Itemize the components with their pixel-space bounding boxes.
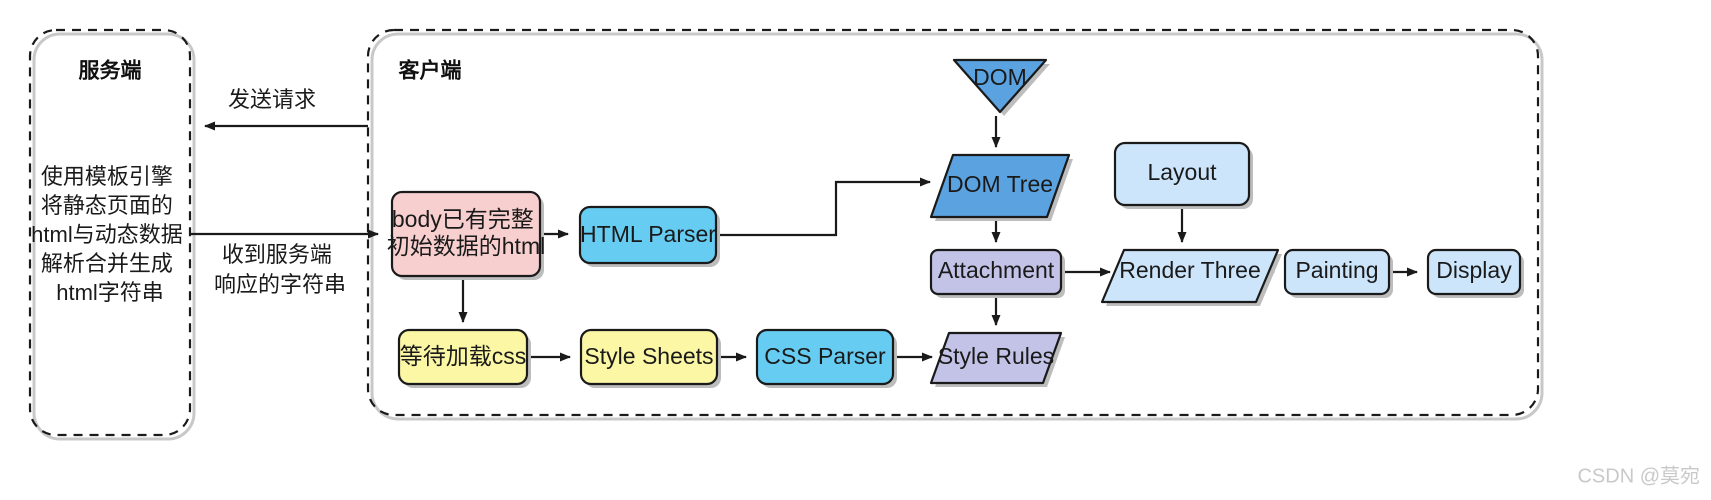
svg-text:使用模板引擎 将静态页面的 html: 使用模板引擎 将静态页面的 html与动态数据 解析合并生成 html字符串: [31, 164, 189, 305]
node-html-parser[interactable]: HTML Parser: [578, 205, 720, 267]
server-note-line-5: html字符串: [56, 280, 164, 305]
node-style-sheets[interactable]: Style Sheets: [579, 328, 721, 388]
edge-label-send-request: 发送请求: [228, 87, 316, 112]
node-body-html[interactable]: body已有完整 初始数据的html: [387, 190, 545, 280]
server-note-line-3: html与动态数据: [31, 222, 183, 247]
node-attachment[interactable]: Attachment: [929, 248, 1065, 298]
server-panel-title: 服务端: [79, 59, 142, 83]
edge-label-receive-line-1: 收到服务端: [222, 242, 332, 267]
node-painting[interactable]: Painting: [1283, 248, 1393, 298]
server-note-line-1: 使用模板引擎: [41, 164, 173, 189]
node-layout[interactable]: Layout: [1113, 141, 1253, 209]
edge-server-to-body: 收到服务端 响应的字符串: [190, 229, 379, 297]
node-style-rules[interactable]: Style Rules: [929, 331, 1065, 387]
client-panel-title: 客户端: [399, 59, 462, 83]
node-dom-tree[interactable]: DOM Tree: [929, 153, 1073, 221]
flowchart-canvas: 服务端 客户端 使用模板引擎 将静态页面的 html与动态数据 解析合并生成 h…: [28, 28, 1700, 487]
edge-label-receive-line-2: 响应的字符串: [214, 272, 346, 297]
node-dom[interactable]: DOM: [952, 58, 1050, 116]
svg-text:收到服务端 响应的字符串: 收到服务端 响应的字符串: [214, 242, 346, 297]
edge-client-to-server: 发送请求: [204, 87, 368, 131]
node-css-parser[interactable]: CSS Parser: [755, 328, 897, 388]
edge-parser-to-domtree: [716, 177, 931, 237]
server-note: 使用模板引擎 将静态页面的 html与动态数据 解析合并生成 html字符串: [31, 164, 189, 305]
node-display[interactable]: Display: [1426, 248, 1524, 298]
node-wait-css[interactable]: 等待加载css: [397, 328, 531, 388]
node-render-three[interactable]: Render Three: [1100, 248, 1282, 306]
server-note-line-4: 解析合并生成: [41, 251, 173, 276]
server-note-line-2: 将静态页面的: [41, 193, 173, 218]
csdn-watermark: CSDN @莫宛: [1577, 464, 1700, 487]
